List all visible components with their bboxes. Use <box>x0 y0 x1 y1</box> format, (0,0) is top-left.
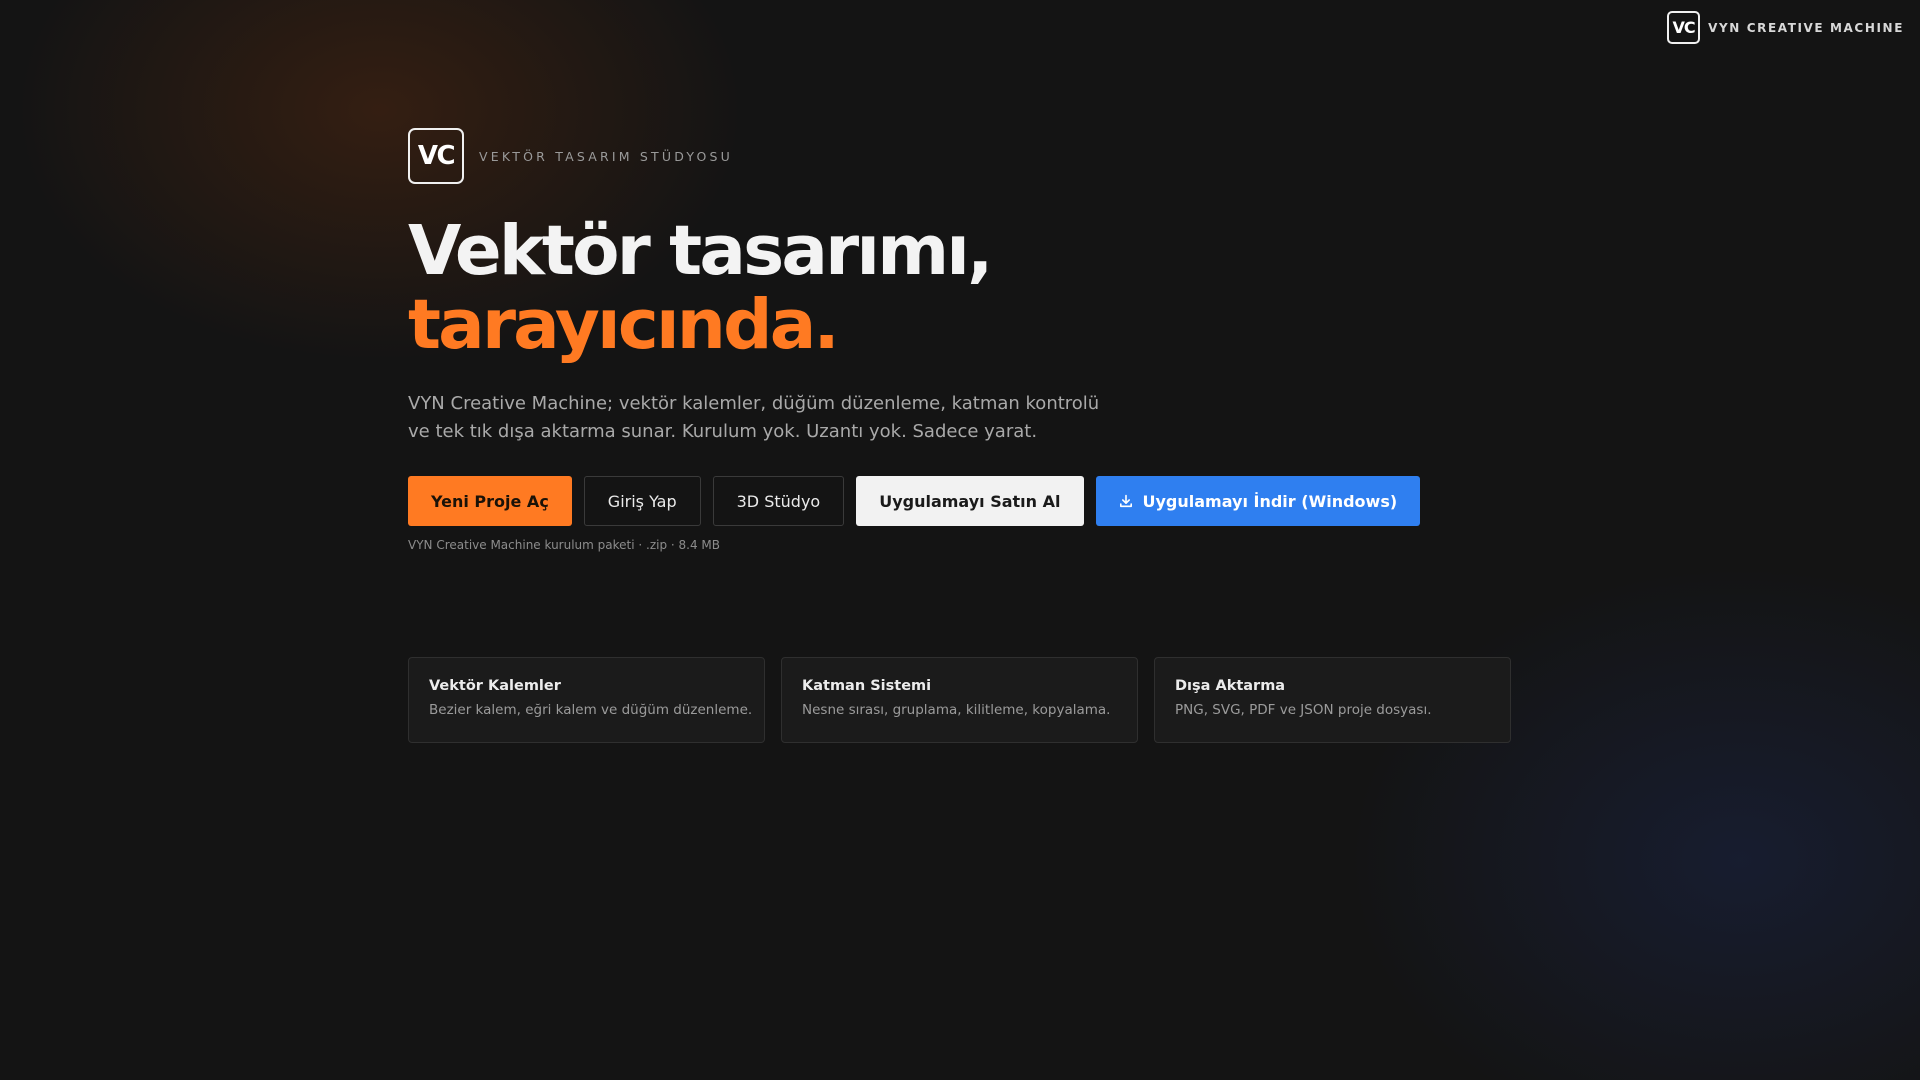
3d-studio-button[interactable]: 3D Stüdyo <box>712 476 845 526</box>
headline-line-1: Vektör tasarımı, <box>408 211 993 291</box>
headline-line-2: tarayıcında. <box>408 285 840 365</box>
feature-title: Dışa Aktarma <box>1175 678 1286 694</box>
login-button[interactable]: Giriş Yap <box>583 476 701 526</box>
top-brand[interactable]: VC VYN CREATIVE MACHINE <box>1667 11 1904 44</box>
new-project-button[interactable]: Yeni Proje Aç <box>408 476 572 526</box>
feature-card-export: Dışa Aktarma PNG, SVG, PDF ve JSON proje… <box>1154 657 1511 743</box>
hero-logo: VC <box>408 128 464 184</box>
feature-description: Nesne sırası, gruplama, kilitleme, kopya… <box>802 702 1111 718</box>
download-icon <box>1119 494 1133 508</box>
feature-title: Vektör Kalemler <box>429 678 561 694</box>
hero-section: VC VEKTÖR TASARIM STÜDYOSU Vektör tasarı… <box>408 128 1518 552</box>
feature-title: Katman Sistemi <box>802 678 932 694</box>
feature-description: PNG, SVG, PDF ve JSON proje dosyası. <box>1175 702 1432 718</box>
download-app-button[interactable]: Uygulamayı İndir (Windows) <box>1095 476 1421 526</box>
buy-app-button[interactable]: Uygulamayı Satın Al <box>856 476 1084 526</box>
brand-logo: VC <box>1667 11 1701 44</box>
hero-headline: Vektör tasarımı, tarayıcında. <box>408 214 1518 362</box>
feature-description: Bezier kalem, eğri kalem ve düğüm düzenl… <box>429 702 753 718</box>
hero-tagline: VEKTÖR TASARIM STÜDYOSU <box>479 148 734 164</box>
feature-cards: Vektör Kalemler Bezier kalem, eğri kalem… <box>408 657 1511 743</box>
brand-name: VYN CREATIVE MACHINE <box>1708 20 1904 35</box>
download-button-label: Uygulamayı İndir (Windows) <box>1142 491 1398 511</box>
download-note: VYN Creative Machine kurulum paketi · .z… <box>408 538 721 552</box>
feature-card-vector-pens: Vektör Kalemler Bezier kalem, eğri kalem… <box>408 657 765 743</box>
hero-description: VYN Creative Machine; vektör kalemler, d… <box>408 393 1100 442</box>
hero-eyebrow: VC VEKTÖR TASARIM STÜDYOSU <box>408 128 1518 184</box>
hero-actions: Yeni Proje Aç Giriş Yap 3D Stüdyo Uygula… <box>408 476 1518 526</box>
feature-card-layer-system: Katman Sistemi Nesne sırası, gruplama, k… <box>781 657 1138 743</box>
